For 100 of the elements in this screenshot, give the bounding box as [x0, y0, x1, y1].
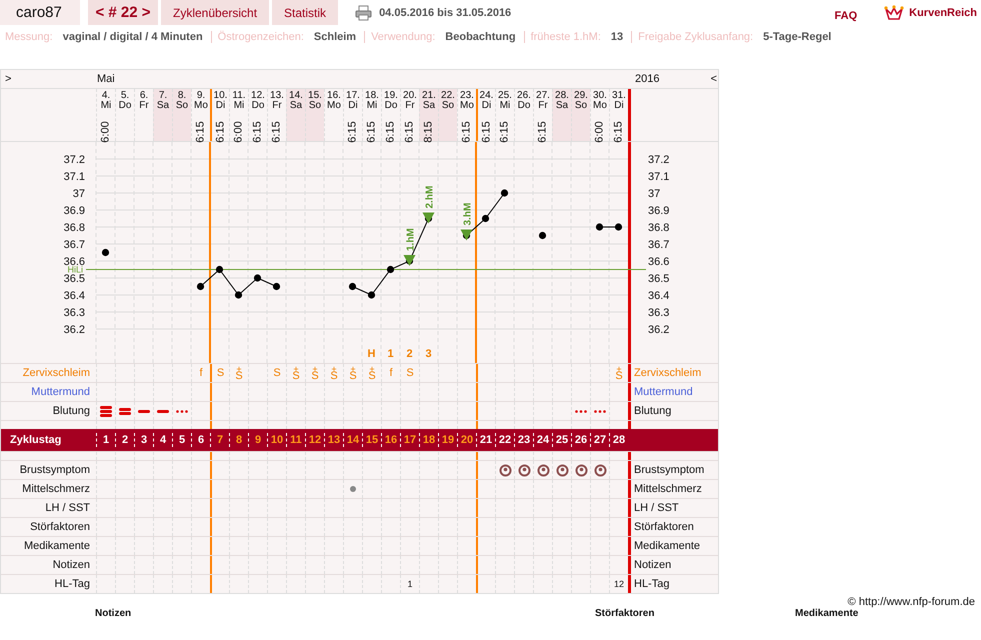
date-header-cell: 12. Do 6:15 [248, 89, 267, 141]
y-tick-label: 37 [648, 188, 660, 200]
y-tick-label: 36.4 [64, 290, 85, 302]
row-label: LH / SST [44, 501, 91, 516]
y-tick-label: 37 [72, 188, 85, 200]
y-tick-label: 36.7 [64, 239, 85, 251]
mucus-symbol: + S [349, 366, 357, 380]
faq-link[interactable]: FAQ [834, 10, 858, 22]
data-point [614, 223, 622, 231]
y-tick-label: 36.8 [64, 222, 85, 234]
data-point [102, 248, 110, 256]
row-label: Medikamente [633, 539, 702, 554]
x-tick-label: 21. [422, 90, 436, 101]
cycle-day-number: 11 [286, 433, 305, 447]
section-heading: Störfaktoren [595, 608, 654, 619]
cycle-day-number: 2 [115, 433, 134, 447]
setting-value: 5-Tage-Regel [763, 31, 832, 43]
cycle-day-number: 16 [381, 433, 400, 447]
mucus-symbol: + S [615, 366, 623, 380]
y-tick-label: 36.9 [648, 205, 670, 217]
date-header-cell: 9. Mo 6:15 [191, 89, 210, 141]
date-header-cell: 26. Do [514, 89, 533, 141]
date-header-cell: 24. Di 6:15 [476, 89, 495, 141]
y-tick-label: 36.8 [648, 222, 670, 234]
marker-label: 1.hM [406, 228, 416, 251]
marker-label: 2.hM [424, 186, 436, 208]
data-point [500, 189, 508, 197]
cycle-day-number: 26 [571, 433, 590, 447]
data-point [196, 282, 204, 290]
cycle-day-number: 12 [305, 433, 324, 447]
marker-label: 3.hM [462, 202, 474, 226]
date-header-cell: 5. Do [115, 89, 134, 141]
nav-tab[interactable]: Zyklenübersicht [161, 0, 270, 25]
date-header-cell: 8. So [172, 89, 191, 141]
cycle-day-number: 22 [495, 433, 514, 447]
x-tick-label: 14. [289, 90, 303, 101]
next-button[interactable]: < [710, 73, 717, 85]
row-label: Medikamente [22, 539, 91, 554]
mucus-symbol: f [199, 368, 203, 378]
copyright-text: © http://www.nfp-forum.de [846, 596, 976, 608]
cycle-day-number: 17 [400, 433, 419, 447]
rule-marker: 3 [425, 348, 432, 360]
hl-day-number: 1 [407, 579, 412, 589]
rule-marker: H [368, 348, 376, 360]
row-label: Zyklustag [9, 434, 62, 446]
cycle-day-number: 1 [96, 433, 115, 447]
row-label: Brustsymptom [633, 463, 706, 478]
row-label: Blutung [633, 404, 672, 419]
section-heading: Medikamente [795, 608, 858, 619]
y-tick-label: 36.7 [648, 239, 670, 251]
username: caro87 [0, 0, 80, 25]
cycle-day-number: 7 [210, 433, 229, 447]
setting-label: Freigabe Zyklusanfang: [638, 31, 754, 43]
previous-button[interactable]: > [1, 73, 21, 85]
mucus-symbol: S [216, 368, 224, 378]
data-point [482, 214, 490, 222]
setting-label: Messung: [5, 31, 53, 43]
date-header-cell: 16. Mo [324, 89, 343, 141]
cycle-navigation[interactable]: < # 22 > [88, 0, 158, 25]
x-tick-label: 13. [270, 90, 284, 101]
data-point [368, 291, 376, 299]
printer-icon[interactable] [355, 4, 372, 20]
y-tick-label: 37.1 [64, 171, 85, 183]
x-tick-label: 19. [384, 90, 398, 101]
cycle-day-number: 25 [552, 433, 571, 447]
setting-value: 13 [610, 31, 624, 43]
y-tick-label: 36.9 [64, 205, 85, 217]
y-tick-label: 36.3 [648, 307, 670, 319]
date-header-cell: 19. Do 6:15 [381, 89, 400, 141]
date-range: 04.05.2016 bis 31.05.2016 [379, 6, 512, 18]
x-tick-label: 7. [158, 90, 168, 101]
mucus-symbol: + S [311, 366, 319, 380]
x-tick-label: 30. [593, 90, 607, 101]
y-tick-label: 36.5 [64, 273, 85, 285]
data-point [216, 266, 224, 274]
x-tick-label: 18. [365, 90, 379, 101]
cycle-day-number: 10 [267, 433, 286, 447]
y-tick-label: 36.4 [648, 290, 670, 302]
cycle-day-number: 8 [229, 433, 248, 447]
x-tick-label: 8. [178, 90, 186, 101]
year-label: 2016 [635, 73, 660, 85]
row-label: HL-Tag [54, 577, 91, 592]
row-label: Notizen [52, 558, 91, 573]
y-tick-label: 36.6 [648, 256, 670, 268]
x-tick-label: 6. [140, 90, 148, 101]
x-tick-label: 24. [480, 90, 494, 101]
setting-value: Beobachtung [445, 31, 516, 43]
row-label: Mittelschmerz [633, 482, 703, 497]
cycle-day-number: 6 [191, 433, 210, 447]
cycle-day-number: 28 [609, 433, 628, 447]
row-label: Brustsymptom [18, 463, 91, 478]
nav-tab[interactable]: Statistik [272, 0, 338, 25]
cycle-day-number: 9 [248, 433, 267, 447]
mucus-symbol: S [406, 368, 414, 378]
setting-value: vaginal / digital / 4 Minuten [62, 31, 203, 43]
y-tick-label: 37.1 [648, 171, 670, 183]
row-label: Notizen [633, 558, 672, 573]
mucus-symbol: + S [235, 366, 243, 380]
data-point [234, 291, 242, 299]
x-tick-label: 9. [196, 90, 206, 101]
